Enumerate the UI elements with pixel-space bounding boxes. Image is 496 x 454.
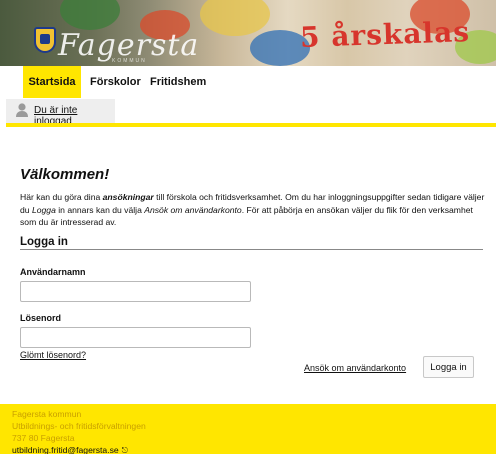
- main-nav: Startsida Förskolor Fritidshem: [0, 66, 496, 98]
- tab-startsida[interactable]: Startsida: [23, 66, 81, 98]
- footer-address: 737 80 Fagersta: [12, 433, 75, 443]
- external-link-icon: ⎋: [121, 446, 128, 454]
- paint-splash: [60, 0, 120, 30]
- password-field[interactable]: [20, 327, 251, 348]
- footer: Fagersta kommun Utbildnings- och fritids…: [0, 404, 496, 454]
- banner-painting-text: 5 årskalas: [299, 15, 471, 54]
- footer-email-link[interactable]: utbildning.fritid@fagersta.se: [12, 445, 119, 454]
- footer-email-row: utbildning.fritid@fagersta.se ⎋: [12, 444, 484, 454]
- login-button[interactable]: Logga in: [423, 356, 474, 378]
- intro-text: Här kan du göra dina ansökningar till fö…: [20, 192, 485, 227]
- tab-forskolor[interactable]: Förskolor: [90, 66, 141, 98]
- page-title: Välkommen!: [20, 166, 110, 183]
- tab-fritidshem[interactable]: Fritidshem: [150, 66, 206, 98]
- footer-org: Fagersta kommun: [12, 409, 82, 419]
- forgot-password-link[interactable]: Glömt lösenord?: [20, 350, 86, 360]
- municipal-crest-icon: [34, 27, 56, 53]
- password-label: Lösenord: [20, 313, 62, 323]
- apply-account-link[interactable]: Ansök om användarkonto: [304, 363, 406, 373]
- login-heading: Logga in: [20, 236, 68, 248]
- user-icon: [16, 103, 28, 117]
- login-status-bar: Du är inte inloggad: [6, 99, 115, 127]
- username-field[interactable]: [20, 281, 251, 302]
- header-divider: [6, 123, 496, 127]
- paint-splash: [200, 0, 270, 36]
- footer-department: Utbildnings- och fritidsförvaltningen: [12, 421, 146, 431]
- login-heading-divider: [20, 249, 483, 250]
- site-logo-sub: KOMMUN: [112, 58, 147, 64]
- username-label: Användarnamn: [20, 267, 86, 277]
- header-banner: Fagersta KOMMUN 5 årskalas: [0, 0, 496, 66]
